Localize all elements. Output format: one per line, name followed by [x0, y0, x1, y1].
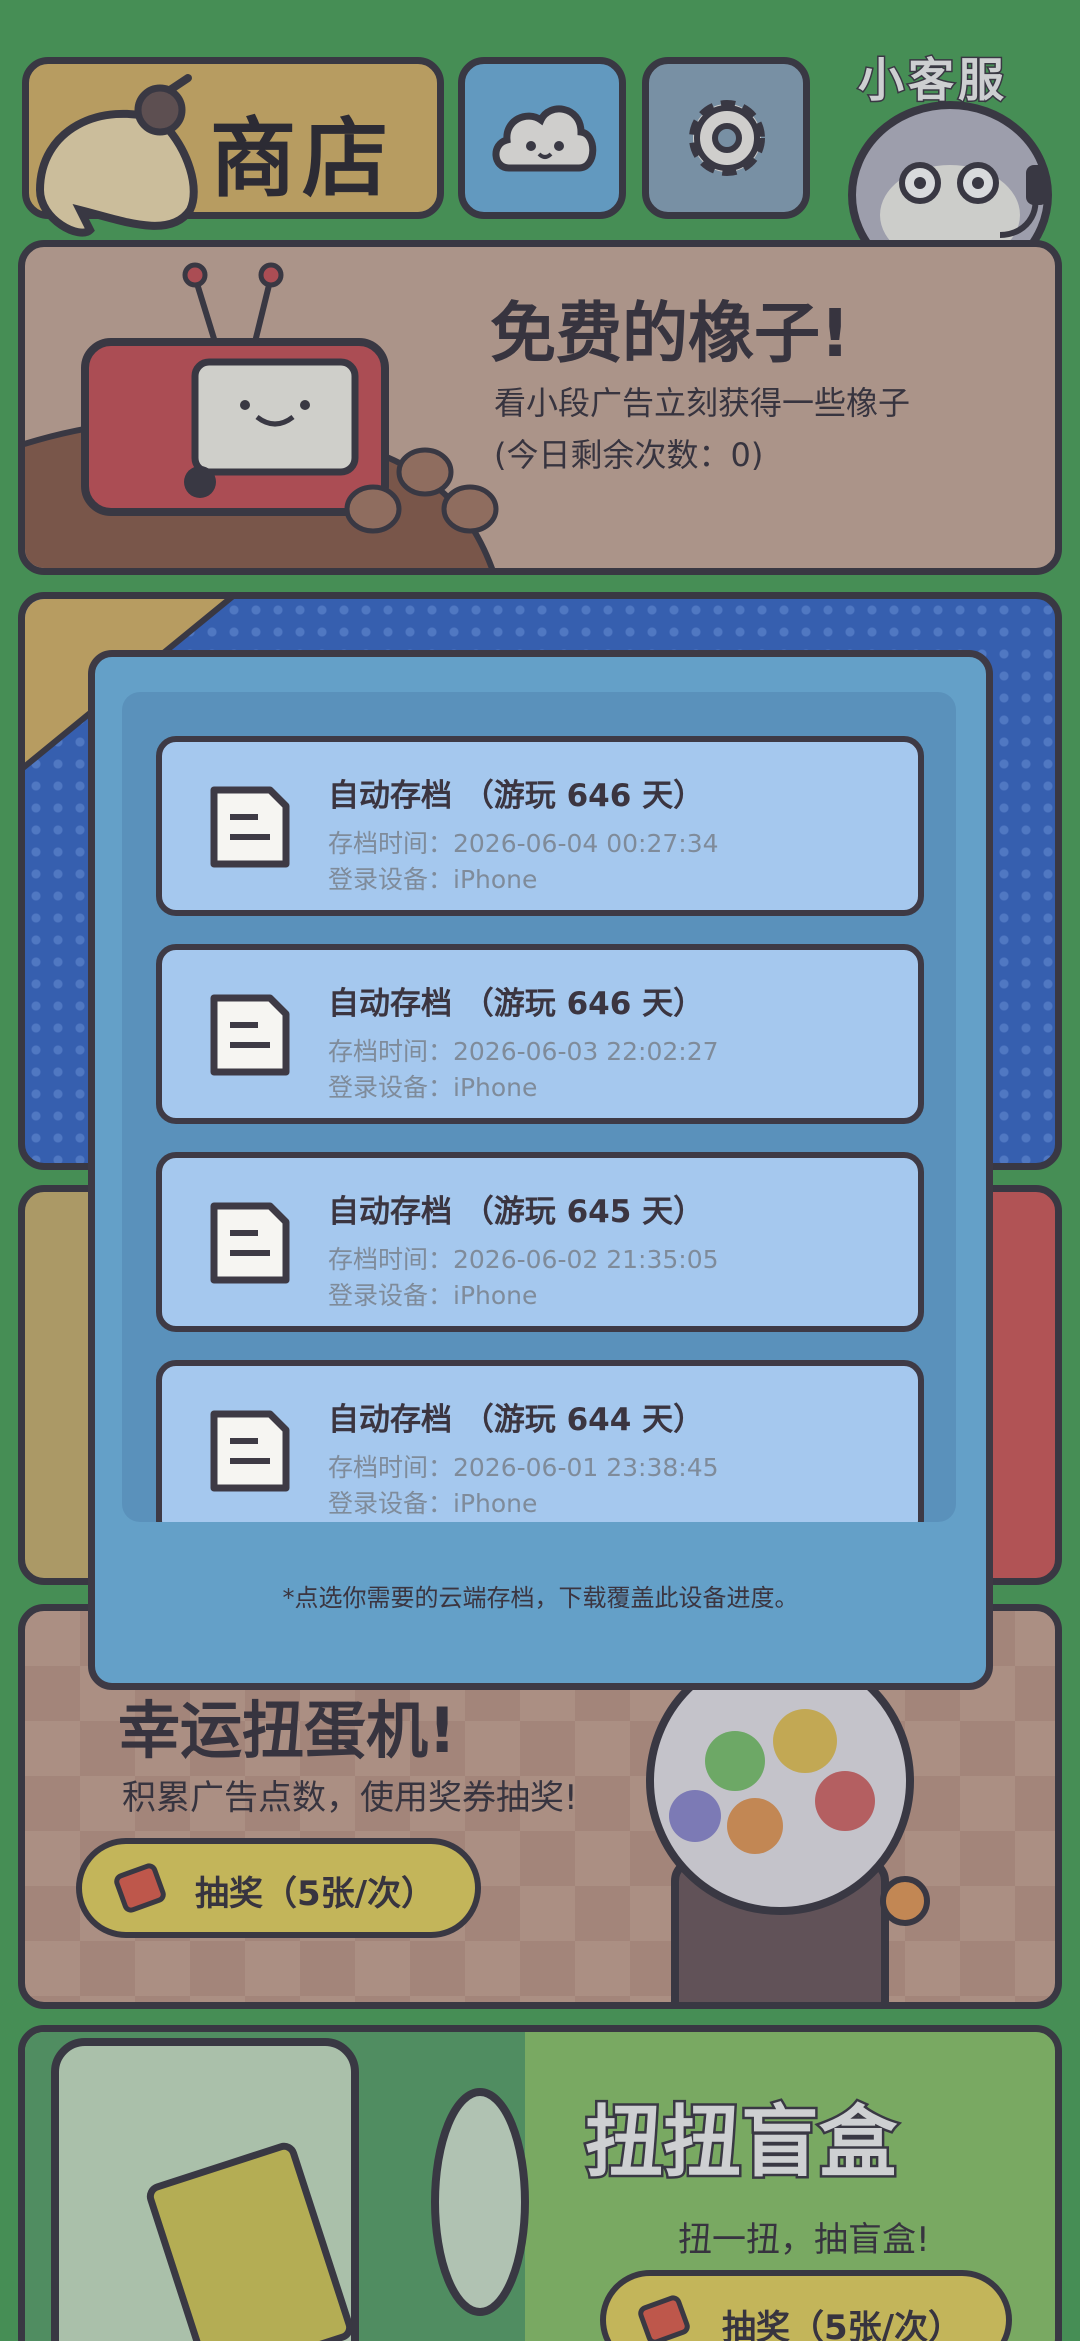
save-file-icon [210, 1410, 290, 1492]
save-slot[interactable]: 自动存档 （游玩 646 天） 存档时间：2026-06-04 00:27:34… [156, 736, 924, 916]
cloud-save-list[interactable]: 自动存档 （游玩 646 天） 存档时间：2026-06-04 00:27:34… [122, 692, 956, 1522]
save-slot-title: 自动存档 （游玩 644 天） [328, 1402, 705, 1438]
save-slot-device: 登录设备：iPhone [328, 1489, 538, 1518]
save-slot-title: 自动存档 （游玩 646 天） [328, 778, 705, 814]
save-slot-time: 存档时间：2026-06-03 22:02:27 [328, 1037, 719, 1066]
save-slot[interactable]: 自动存档 （游玩 645 天） 存档时间：2026-06-02 21:35:05… [156, 1152, 924, 1332]
save-slot-time: 存档时间：2026-06-04 00:27:34 [328, 829, 719, 858]
save-slot-title: 自动存档 （游玩 645 天） [328, 1194, 705, 1230]
save-slot-title: 自动存档 （游玩 646 天） [328, 986, 705, 1022]
save-slot[interactable]: 自动存档 （游玩 646 天） 存档时间：2026-06-03 22:02:27… [156, 944, 924, 1124]
save-slot-device: 登录设备：iPhone [328, 865, 538, 894]
save-file-icon [210, 786, 290, 868]
save-slot[interactable]: 自动存档 （游玩 644 天） 存档时间：2026-06-01 23:38:45… [156, 1360, 924, 1522]
save-file-icon [210, 1202, 290, 1284]
save-slot-device: 登录设备：iPhone [328, 1073, 538, 1102]
save-slot-time: 存档时间：2026-06-02 21:35:05 [328, 1245, 719, 1274]
save-slot-device: 登录设备：iPhone [328, 1281, 538, 1310]
save-slot-time: 存档时间：2026-06-01 23:38:45 [328, 1453, 719, 1482]
modal-hint-text: *点选你需要的云端存档，下载覆盖此设备进度。 [282, 1584, 799, 1612]
save-file-icon [210, 994, 290, 1076]
